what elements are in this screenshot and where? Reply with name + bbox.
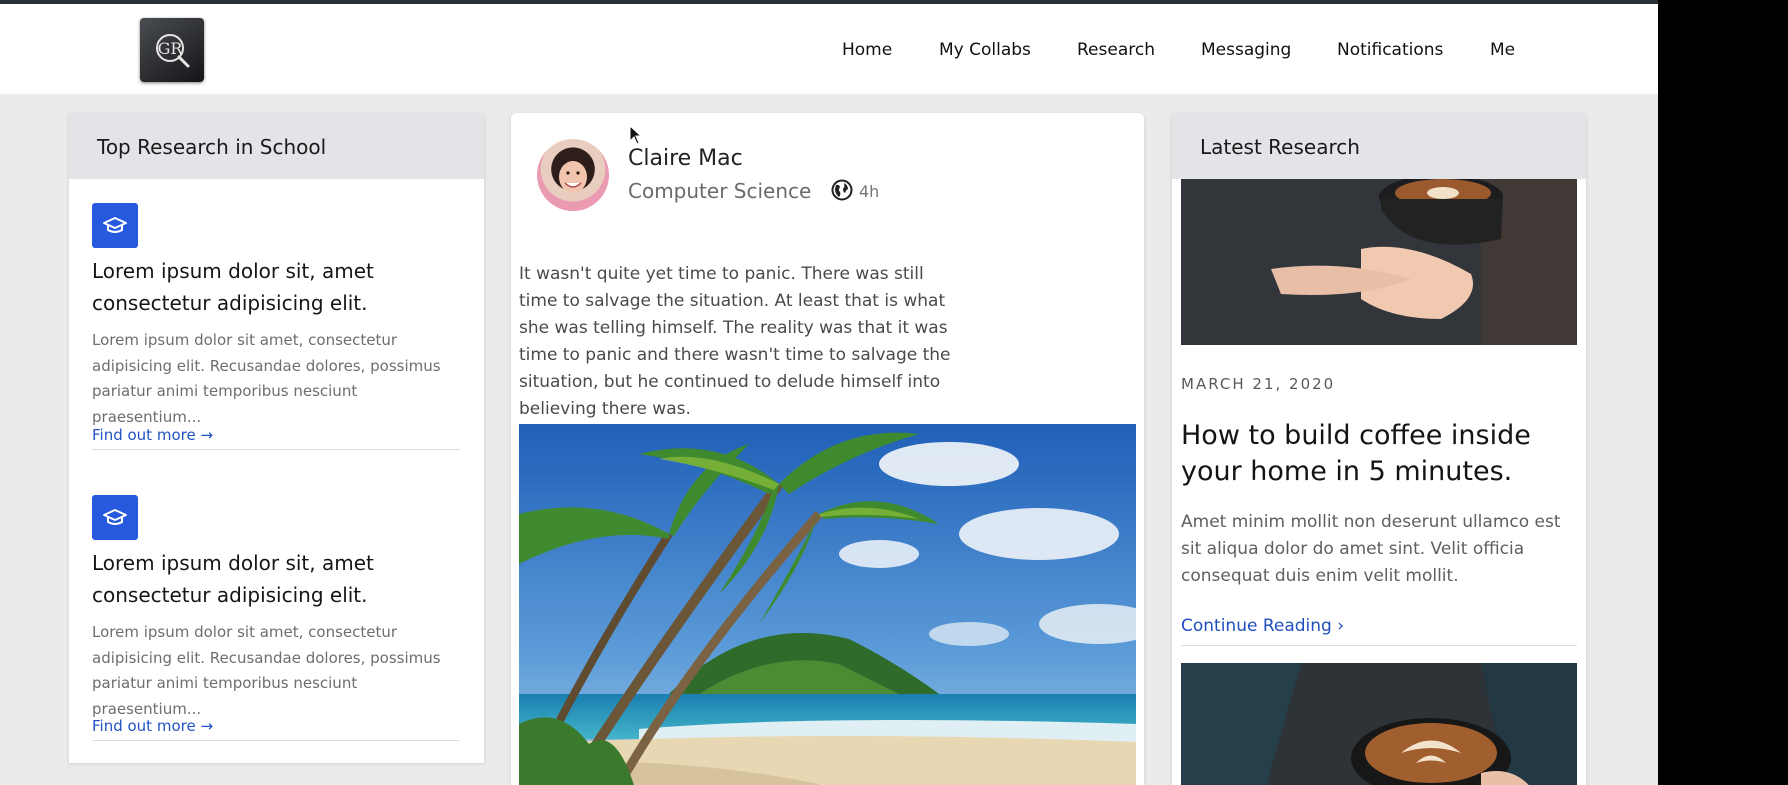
app-viewport: GR Home My Collabs Research Messaging No… [0,0,1658,785]
research-item-desc: Lorem ipsum dolor sit amet, consectetur … [92,331,441,426]
site-logo[interactable]: GR [140,18,204,82]
research-item-title[interactable]: Lorem ipsum dolor sit, amet consectetur … [92,255,462,319]
post-card: Claire Mac Computer Science 4h It wasn't… [511,113,1144,785]
post-date: MARCH 21, 2020 [1181,375,1336,393]
nav-notifications[interactable]: Notifications [1337,40,1443,60]
post-author[interactable]: Claire Mac [628,146,743,171]
nav-home[interactable]: Home [842,40,892,60]
graduation-cap-icon [92,203,138,248]
research-title[interactable]: How to build coffee inside your home in … [1181,418,1571,490]
item-divider [1181,645,1577,646]
navbar: GR Home My Collabs Research Messaging No… [0,4,1658,94]
research-item-title[interactable]: Lorem ipsum dolor sit, amet consectetur … [92,547,462,611]
nav-me[interactable]: Me [1490,40,1515,60]
logo-mark-icon: GR [156,34,190,68]
globe-icon [831,179,853,205]
nav-messaging[interactable]: Messaging [1201,40,1291,60]
coffee-image[interactable] [1181,179,1577,345]
top-research-card: Top Research in School Lorem ipsum dolor… [69,113,484,763]
find-out-more-link[interactable]: Find out more → [92,717,213,735]
item-divider [92,449,460,450]
graduation-cap-icon [92,495,138,540]
research-desc: Amet minim mollit non deserunt ullamco e… [1181,512,1561,586]
nav-my-collabs[interactable]: My Collabs [939,40,1031,60]
card-title: Latest Research [1200,135,1360,159]
latest-research-card: Latest Research MARCH 21, 2020 How to bu… [1172,113,1586,785]
nav-research[interactable]: Research [1077,40,1155,60]
svg-text:GR: GR [158,39,184,58]
card-header: Latest Research [1172,113,1586,179]
mouse-cursor-icon [629,125,643,145]
post-body: It wasn't quite yet time to panic. There… [519,264,951,419]
research-item-desc: Lorem ipsum dolor sit amet, consectetur … [92,623,441,718]
post-department: Computer Science [628,179,812,203]
avatar[interactable] [537,139,609,211]
card-title: Top Research in School [97,135,327,159]
post-image[interactable] [519,424,1136,785]
find-out-more-link[interactable]: Find out more → [92,426,213,444]
card-header: Top Research in School [69,113,484,179]
item-divider [92,740,460,741]
coffee-image[interactable] [1181,663,1577,785]
continue-reading-link[interactable]: Continue Reading › [1181,616,1344,636]
post-time: 4h [859,182,880,201]
